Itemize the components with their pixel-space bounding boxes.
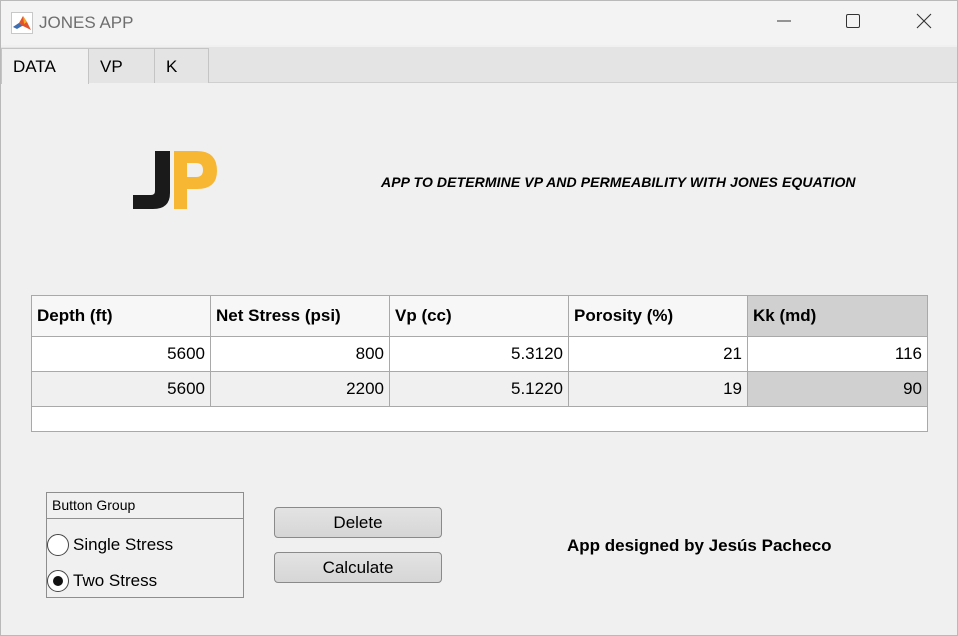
table-cell[interactable]: 5.1220 xyxy=(390,372,569,407)
title-bar: JONES APP xyxy=(1,1,957,45)
app-window: JONES APP DATA VP K APP TO DETERMINE VP … xyxy=(0,0,958,636)
minimize-button[interactable] xyxy=(761,9,807,37)
table-cell[interactable]: 800 xyxy=(211,337,390,372)
radio-selected-dot xyxy=(53,576,63,586)
matlab-icon xyxy=(11,12,33,34)
table-cell[interactable]: 2200 xyxy=(211,372,390,407)
column-header-kk[interactable]: Kk (md) xyxy=(748,296,927,337)
table-cell[interactable]: 21 xyxy=(569,337,748,372)
table-cell[interactable]: 5.3120 xyxy=(390,337,569,372)
column-header-depth[interactable]: Depth (ft) xyxy=(32,296,211,337)
radio-button[interactable] xyxy=(47,570,69,592)
tab-data[interactable]: DATA xyxy=(1,48,89,84)
table-cell[interactable]: 19 xyxy=(569,372,748,407)
button-group-title: Button Group xyxy=(47,493,243,519)
stress-button-group: Button Group Single Stress Two Stress xyxy=(46,492,244,598)
data-table[interactable]: Depth (ft) Net Stress (psi) Vp (cc) Poro… xyxy=(31,295,928,432)
window-title: JONES APP xyxy=(39,13,134,32)
table-cell[interactable]: 90 xyxy=(748,372,927,407)
table-cell[interactable]: 5600 xyxy=(32,337,211,372)
tab-vp[interactable]: VP xyxy=(88,48,155,83)
delete-button[interactable]: Delete xyxy=(274,507,442,538)
calculate-button[interactable]: Calculate xyxy=(274,552,442,583)
table-cell[interactable]: 5600 xyxy=(32,372,211,407)
close-icon xyxy=(916,13,932,34)
table-row: 5600 2200 5.1220 19 90 xyxy=(32,372,927,407)
radio-label: Single Stress xyxy=(73,535,174,554)
radio-label: Two Stress xyxy=(73,571,158,590)
minimize-icon xyxy=(776,13,792,34)
radio-two-stress[interactable]: Two Stress xyxy=(47,569,157,593)
tab-bar: DATA VP K xyxy=(1,47,957,84)
maximize-icon xyxy=(845,13,861,34)
table-cell[interactable]: 116 xyxy=(748,337,927,372)
column-header-porosity[interactable]: Porosity (%) xyxy=(569,296,748,337)
radio-button[interactable] xyxy=(47,534,69,556)
maximize-button[interactable] xyxy=(830,9,876,37)
app-heading: APP TO DETERMINE VP AND PERMEABILITY WIT… xyxy=(381,174,856,190)
table-header-row: Depth (ft) Net Stress (psi) Vp (cc) Poro… xyxy=(32,296,927,337)
jp-logo xyxy=(129,149,221,213)
column-header-vp[interactable]: Vp (cc) xyxy=(390,296,569,337)
designer-credit: App designed by Jesús Pacheco xyxy=(567,536,832,555)
tab-k[interactable]: K xyxy=(154,48,209,83)
table-row: 5600 800 5.3120 21 116 xyxy=(32,337,927,372)
close-button[interactable] xyxy=(901,9,947,37)
column-header-net-stress[interactable]: Net Stress (psi) xyxy=(211,296,390,337)
radio-single-stress[interactable]: Single Stress xyxy=(47,533,173,557)
